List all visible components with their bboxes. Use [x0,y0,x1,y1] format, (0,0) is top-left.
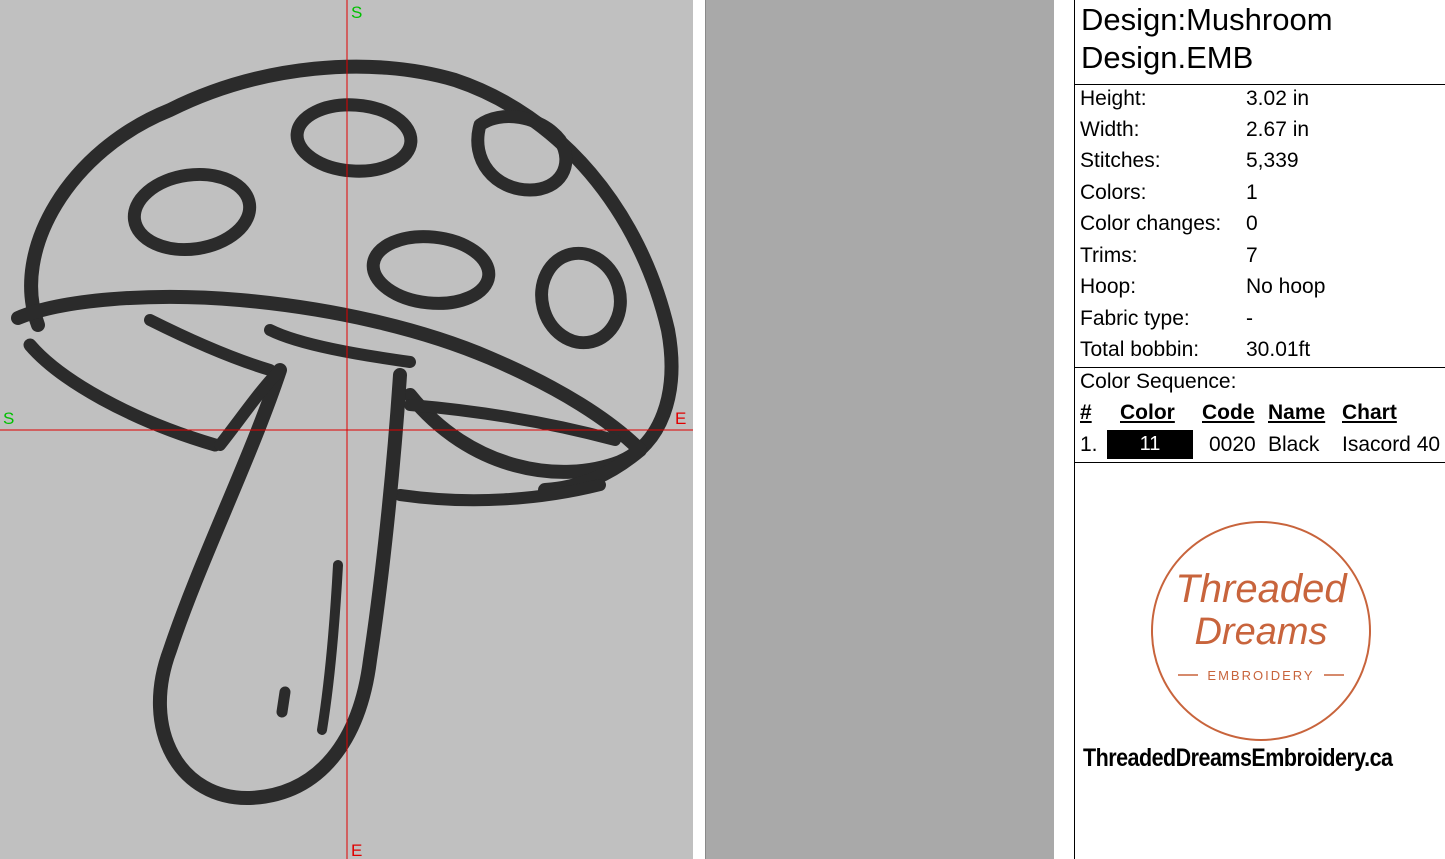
colors-label: Colors: [1080,181,1147,204]
divider [1075,84,1445,85]
mushroom-stitches [11,59,679,806]
width-value: 2.67 in [1246,118,1310,141]
fabric-type-value: - [1246,307,1253,330]
trims-label: Trims: [1080,244,1138,267]
logo-subtitle: EMBROIDERY [1207,668,1314,683]
design-info-panel: Design:Mushroom Design.EMB Height: 3.02 … [1054,0,1445,859]
logo-script-line1: Threaded [1175,567,1348,611]
hoop-label: Hoop: [1080,275,1137,298]
mushroom-design-preview: S E S E [0,0,693,859]
design-title: Design:Mushroom [1081,2,1333,37]
fabric-type-label: Fabric type: [1080,307,1190,330]
trims-value: 7 [1246,244,1258,267]
design-canvas[interactable]: S E S E [0,0,693,859]
row-code: 0020 [1209,433,1256,456]
color-sequence-title: Color Sequence: [1080,370,1237,393]
row-name: Black [1268,433,1320,456]
total-bobbin-value: 30.01ft [1246,338,1311,361]
axis-top-label: S [351,3,362,22]
stitches-label: Stitches: [1080,149,1161,172]
color-changes-value: 0 [1246,212,1258,235]
width-label: Width: [1080,118,1140,141]
row-chart: Isacord 40 [1342,433,1441,456]
header-name: Name [1268,401,1326,424]
height-value: 3.02 in [1246,87,1310,110]
divider [1075,367,1445,368]
height-label: Height: [1080,87,1147,110]
header-code: Code [1202,401,1255,424]
total-bobbin-label: Total bobbin: [1080,338,1200,361]
axis-left-label: S [3,409,14,428]
colors-value: 1 [1246,181,1258,204]
workspace-background [705,0,1055,859]
header-num: # [1080,401,1092,424]
threaded-dreams-logo: Threaded Dreams EMBROIDERY [1151,521,1371,741]
axis-right-label: E [675,409,686,428]
header-color: Color [1120,401,1175,424]
pane-separator [693,0,705,859]
divider [1075,462,1445,463]
design-filename: Design.EMB [1081,40,1254,75]
color-changes-label: Color changes: [1080,212,1222,235]
color-swatch: 11 [1107,430,1193,459]
hoop-value: No hoop [1246,275,1326,298]
row-num: 1. [1080,433,1098,456]
header-chart: Chart [1342,401,1397,424]
logo-script-line2: Dreams [1194,611,1327,653]
website-link[interactable]: ThreadedDreamsEmbroidery.ca [1083,744,1393,773]
stitches-value: 5,339 [1246,149,1299,172]
axis-bottom-label: E [351,841,362,859]
